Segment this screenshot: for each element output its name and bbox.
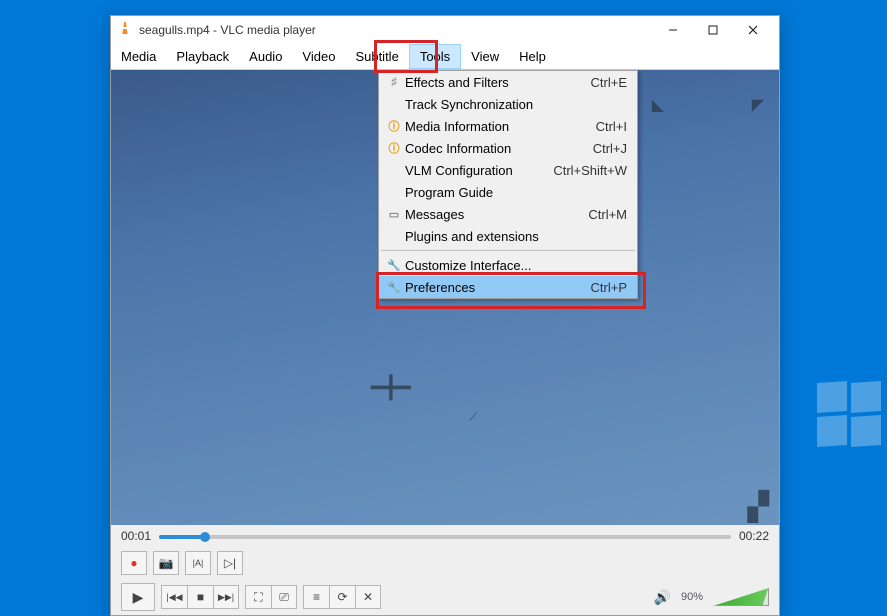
menu-help[interactable]: Help xyxy=(509,44,556,69)
loop-button[interactable]: ⟳ xyxy=(329,585,355,609)
menu-codec-info[interactable]: ⓘ Codec Information Ctrl+J xyxy=(379,137,637,159)
video-content: ▞ xyxy=(747,490,769,523)
fullscreen-button[interactable]: ⛶ xyxy=(245,585,271,609)
frame-step-button[interactable]: ▷| xyxy=(217,551,243,575)
menu-subtitle[interactable]: Subtitle xyxy=(345,44,408,69)
next-button[interactable]: ▶▶| xyxy=(213,585,239,609)
menu-media[interactable]: Media xyxy=(111,44,166,69)
close-button[interactable] xyxy=(733,18,773,42)
menu-tools[interactable]: Tools xyxy=(409,44,461,69)
time-total[interactable]: 00:22 xyxy=(739,529,769,543)
time-elapsed[interactable]: 00:01 xyxy=(121,529,151,543)
play-button[interactable]: ▶ xyxy=(121,583,155,611)
extended-settings-button[interactable]: ⎚ xyxy=(271,585,297,609)
menu-playback[interactable]: Playback xyxy=(166,44,239,69)
menu-separator xyxy=(381,250,635,251)
menu-track-sync[interactable]: Track Synchronization xyxy=(379,93,637,115)
video-content: ◣ xyxy=(652,95,664,115)
wrench-icon: 🔧 xyxy=(383,281,405,294)
shuffle-button[interactable]: ✕ xyxy=(355,585,381,609)
menu-video[interactable]: Video xyxy=(292,44,345,69)
menu-preferences[interactable]: 🔧 Preferences Ctrl+P xyxy=(379,276,637,298)
menu-program-guide[interactable]: Program Guide xyxy=(379,181,637,203)
maximize-button[interactable] xyxy=(693,18,733,42)
video-content: ⟋ xyxy=(469,410,477,425)
menu-messages[interactable]: ▭ Messages Ctrl+M xyxy=(379,203,637,225)
stop-button[interactable]: ■ xyxy=(187,585,213,609)
record-button[interactable]: ● xyxy=(121,551,147,575)
sliders-icon: ♯ xyxy=(383,76,405,88)
video-content: ◤ xyxy=(752,95,764,115)
mute-icon[interactable]: 🔊 xyxy=(654,589,671,606)
tools-dropdown: ♯ Effects and Filters Ctrl+E Track Synch… xyxy=(378,70,638,299)
main-controls: ▶ |◀◀ ■ ▶▶| ⛶ ⎚ ≡ ⟳ ✕ 🔊 90% xyxy=(111,579,779,615)
previous-button[interactable]: |◀◀ xyxy=(161,585,187,609)
seek-slider[interactable] xyxy=(159,531,731,541)
vlc-cone-icon xyxy=(117,22,133,38)
menubar: Media Playback Audio Video Subtitle Tool… xyxy=(111,44,779,70)
video-content: ━╋━ xyxy=(371,375,411,401)
messages-icon: ▭ xyxy=(383,208,405,221)
menu-view[interactable]: View xyxy=(461,44,509,69)
window-title: seagulls.mp4 - VLC media player xyxy=(139,23,653,37)
menu-audio[interactable]: Audio xyxy=(239,44,292,69)
menu-effects-filters[interactable]: ♯ Effects and Filters Ctrl+E xyxy=(379,71,637,93)
playlist-button[interactable]: ≡ xyxy=(303,585,329,609)
advanced-controls: ● 📷 |A| ▷| xyxy=(111,547,779,579)
menu-vlm-config[interactable]: VLM Configuration Ctrl+Shift+W xyxy=(379,159,637,181)
loop-point-button[interactable]: |A| xyxy=(185,551,211,575)
seek-row: 00:01 00:22 xyxy=(111,525,779,547)
info-icon: ⓘ xyxy=(383,118,405,134)
wrench-icon: 🔧 xyxy=(383,259,405,272)
info-icon: ⓘ xyxy=(383,140,405,156)
menu-plugins[interactable]: Plugins and extensions xyxy=(379,225,637,247)
volume-slider[interactable] xyxy=(713,588,769,606)
titlebar: seagulls.mp4 - VLC media player xyxy=(111,16,779,44)
snapshot-button[interactable]: 📷 xyxy=(153,551,179,575)
minimize-button[interactable] xyxy=(653,18,693,42)
vlc-window: seagulls.mp4 - VLC media player Media Pl… xyxy=(110,15,780,616)
menu-media-info[interactable]: ⓘ Media Information Ctrl+I xyxy=(379,115,637,137)
menu-customize-interface[interactable]: 🔧 Customize Interface... xyxy=(379,254,637,276)
volume-label: 90% xyxy=(681,591,703,603)
windows-logo xyxy=(817,382,887,452)
